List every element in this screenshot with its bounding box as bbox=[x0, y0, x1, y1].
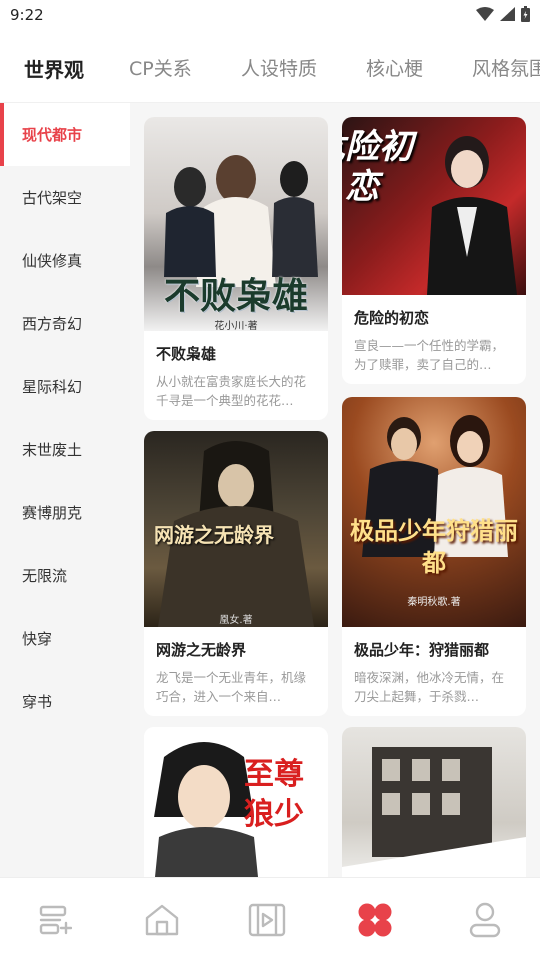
sidebar-item-scifi[interactable]: 星际科幻 bbox=[0, 355, 130, 418]
book-desc: 宣良——一个任性的学霸，为了赎罪，卖了自己的… bbox=[354, 338, 505, 372]
sidebar-item-cyberpunk[interactable]: 赛博朋克 bbox=[0, 481, 130, 544]
cover-art bbox=[342, 747, 526, 877]
cover-title: 不败枭雄 bbox=[163, 276, 308, 317]
sidebar-item-ancient[interactable]: 古代架空 bbox=[0, 166, 130, 229]
tab-style-mood[interactable]: 风格氛围 bbox=[472, 54, 540, 81]
tab-core-trope[interactable]: 核心梗 bbox=[366, 54, 423, 81]
sidebar-item-book-travel[interactable]: 穿书 bbox=[0, 670, 130, 733]
category-sidebar: 现代都市 古代架空 仙侠修真 西方奇幻 星际科幻 末世废土 赛博朋克 无限流 快… bbox=[0, 103, 130, 877]
sidebar-item-modern-city[interactable]: 现代都市 bbox=[0, 103, 130, 166]
book-grid: 不败枭雄 花小川·著 不败枭雄 从小就在富贵家庭长大的花千寻是一个典型的花花… … bbox=[130, 103, 540, 877]
sidebar-item-xianxia[interactable]: 仙侠修真 bbox=[0, 229, 130, 292]
sidebar-item-infinite[interactable]: 无限流 bbox=[0, 544, 130, 607]
top-tab-bar: 世界观 CP关系 人设特质 核心梗 风格氛围 bbox=[0, 40, 540, 96]
book-desc: 从小就在富贵家庭长大的花千寻是一个典型的花花… bbox=[156, 374, 307, 408]
cover-title: 危险初恋 bbox=[342, 127, 413, 207]
tab-cp-relation[interactable]: CP关系 bbox=[129, 54, 192, 81]
book-cover: 不败枭雄 花小川·著 bbox=[144, 117, 328, 331]
cover-title: 极品少年狩猎丽都 bbox=[350, 517, 518, 577]
sidebar-item-quick-travel[interactable]: 快穿 bbox=[0, 607, 130, 670]
nav-category[interactable] bbox=[355, 900, 395, 940]
book-cover: 极品少年狩猎丽都 秦明秋歌.著 bbox=[342, 397, 526, 627]
battery-icon bbox=[521, 6, 530, 22]
video-icon bbox=[248, 903, 286, 937]
sidebar-item-western-fantasy[interactable]: 西方奇幻 bbox=[0, 292, 130, 355]
book-card[interactable]: 不败枭雄 花小川·著 不败枭雄 从小就在富贵家庭长大的花千寻是一个典型的花花… bbox=[144, 117, 328, 420]
book-card[interactable]: 网游之无龄界 凰女.著 网游之无龄界 龙飞是一个无业青年，机缘巧合，进入一个来自… bbox=[144, 431, 328, 716]
cover-title: 至尊狼少 bbox=[244, 757, 304, 832]
nav-bookshelf[interactable] bbox=[35, 900, 75, 940]
cover-author: 秦明秋歌.著 bbox=[407, 597, 461, 608]
book-title: 不败枭雄 bbox=[156, 345, 217, 363]
wifi-icon bbox=[476, 7, 494, 21]
book-cover bbox=[342, 727, 526, 877]
cover-author: 凰女.著 bbox=[219, 615, 253, 626]
book-desc: 暗夜深渊，他冰冷无情，在刀尖上起舞，于杀戮… bbox=[354, 670, 505, 704]
book-card[interactable]: 极品少年狩猎丽都 秦明秋歌.著 极品少年：狩猎丽都 暗夜深渊，他冰冷无情，在刀尖… bbox=[342, 397, 526, 716]
book-desc: 龙飞是一个无业青年，机缘巧合，进入一个来自… bbox=[156, 670, 307, 704]
nav-profile[interactable] bbox=[465, 900, 505, 940]
book-cover: 网游之无龄界 凰女.著 bbox=[144, 431, 328, 627]
book-title: 极品少年：狩猎丽都 bbox=[354, 641, 490, 659]
home-icon bbox=[145, 904, 179, 936]
signal-icon bbox=[500, 7, 515, 21]
book-cover: 危险初恋 bbox=[342, 117, 526, 295]
book-card[interactable]: 危险初恋 危险的初恋 宣良——一个任性的学霸，为了赎罪，卖了自己的… bbox=[342, 117, 526, 384]
nav-video[interactable] bbox=[247, 900, 287, 940]
cover-title: 网游之无龄界 bbox=[154, 523, 274, 547]
cover-author: 花小川·著 bbox=[214, 321, 258, 331]
status-time: 9:22 bbox=[10, 6, 44, 24]
book-card[interactable] bbox=[342, 727, 526, 877]
category-icon bbox=[358, 903, 392, 937]
book-title: 危险的初恋 bbox=[354, 309, 430, 327]
book-card[interactable]: 至尊狼少 bbox=[144, 727, 328, 877]
book-title: 网游之无龄界 bbox=[156, 641, 247, 659]
tab-character-traits[interactable]: 人设特质 bbox=[241, 54, 317, 81]
profile-icon bbox=[469, 902, 501, 938]
nav-home[interactable] bbox=[142, 900, 182, 940]
sidebar-item-apocalypse[interactable]: 末世废土 bbox=[0, 418, 130, 481]
bottom-nav-bar bbox=[0, 877, 540, 960]
status-bar: 9:22 bbox=[0, 0, 540, 32]
tab-world-view[interactable]: 世界观 bbox=[24, 54, 84, 83]
book-cover: 至尊狼少 bbox=[144, 727, 328, 877]
bookshelf-add-icon bbox=[39, 905, 72, 935]
